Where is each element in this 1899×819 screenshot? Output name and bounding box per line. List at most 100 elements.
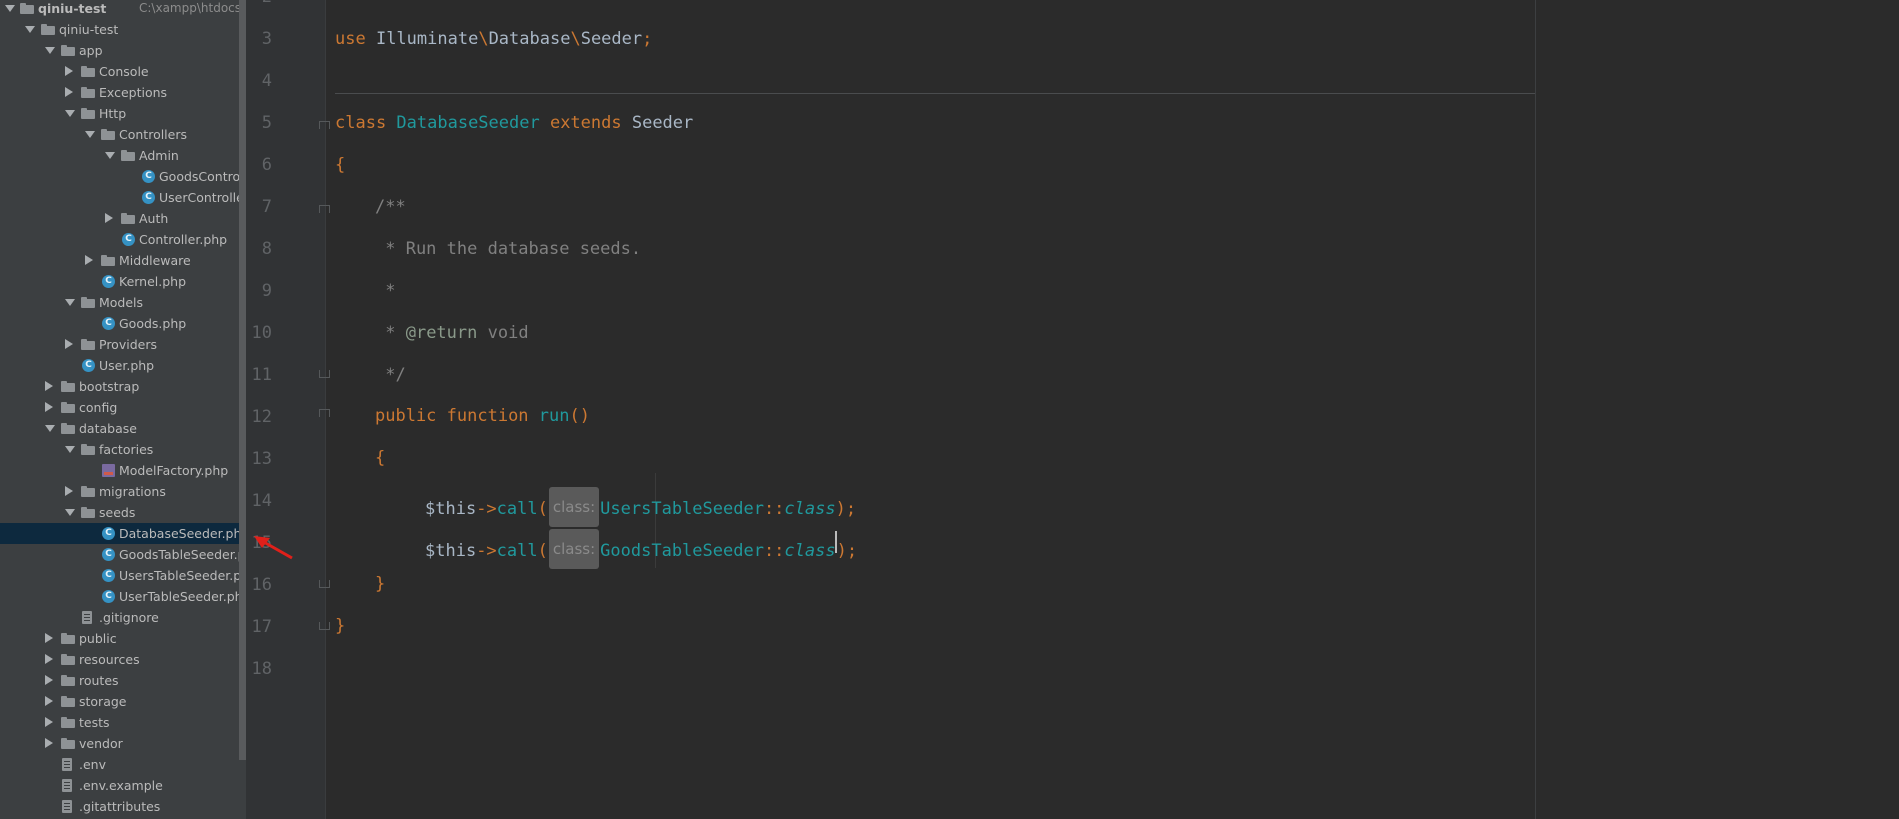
tree-item-databaseseeder-php[interactable]: C DatabaseSeeder.php [0,523,246,544]
tree-item-public[interactable]: public [0,628,246,649]
line-number[interactable]: 14 [246,490,272,512]
expand-arrow-icon[interactable] [44,670,54,691]
code-editor[interactable]: 23456789101112131415161718 use Illuminat… [246,0,1899,819]
tree-item-storage[interactable]: storage [0,691,246,712]
line-number[interactable]: 13 [246,448,272,470]
collapse-arrow-icon[interactable] [104,145,115,166]
expand-arrow-icon[interactable] [4,0,15,19]
tree-item-models[interactable]: Models [0,292,246,313]
tree-item-goods-php[interactable]: C Goods.php [0,313,246,334]
doc-comment: */ [375,365,406,385]
tree-root-row[interactable]: qiniu-test C:\xampp\htdocs\qiniu-t [0,0,246,19]
expand-arrow-icon[interactable] [44,691,54,712]
expand-arrow-icon[interactable] [64,334,74,355]
fold-marker-function-end[interactable] [319,577,330,588]
tree-item-vendor[interactable]: vendor [0,733,246,754]
tree-item-tests[interactable]: tests [0,712,246,733]
expand-arrow-icon[interactable] [104,208,114,229]
expand-arrow-icon[interactable] [44,397,54,418]
line-number[interactable]: 10 [246,322,272,344]
tree-item-controller-php[interactable]: C Controller.php [0,229,246,250]
tree-item-label: Kernel.php [119,274,187,289]
tree-item-http[interactable]: Http [0,103,246,124]
tree-item-gitattributes[interactable]: .gitattributes [0,796,246,817]
line-number[interactable]: 2 [246,0,272,8]
tree-item-label: seeds [99,505,136,520]
tree-item-label: Controllers [119,127,187,142]
line-number[interactable]: 4 [246,70,272,92]
tree-item-userstableseeder-php[interactable]: C UsersTableSeeder.php [0,565,246,586]
tree-item-factories[interactable]: factories [0,439,246,460]
tree-item-admin[interactable]: Admin [0,145,246,166]
line-number[interactable]: 17 [246,616,272,638]
line-number[interactable]: 5 [246,112,272,134]
tree-item-goodscontrolle[interactable]: C GoodsControlle [0,166,246,187]
expand-arrow-icon[interactable] [64,481,74,502]
fold-marker-class-end[interactable] [319,619,330,630]
expand-arrow-icon[interactable] [44,628,54,649]
folder-icon [101,255,115,266]
line-number[interactable]: 11 [246,364,272,386]
expand-arrow-icon[interactable] [84,250,94,271]
collapse-arrow-icon[interactable] [64,439,75,460]
line-number[interactable]: 6 [246,154,272,176]
tree-item-modelfactory-php[interactable]: ModelFactory.php [0,460,246,481]
line-number[interactable]: 3 [246,28,272,50]
collapse-arrow-icon[interactable] [84,124,95,145]
tree-item-auth[interactable]: Auth [0,208,246,229]
tree-item-exceptions[interactable]: Exceptions [0,82,246,103]
collapse-arrow-icon[interactable] [64,502,75,523]
tree-item-goodstableseeder-php[interactable]: C GoodsTableSeeder.php [0,544,246,565]
tree-item-qiniu-test[interactable]: qiniu-test [0,19,246,40]
tree-item-env[interactable]: .env [0,754,246,775]
collapse-arrow-icon[interactable] [64,103,75,124]
tree-item-controllers[interactable]: Controllers [0,124,246,145]
collapse-arrow-icon[interactable] [64,292,75,313]
collapse-arrow-icon[interactable] [24,19,35,40]
fold-marker-function[interactable] [319,409,330,420]
close-paren: ); [835,499,857,519]
line-number[interactable]: 12 [246,406,272,428]
expand-arrow-icon[interactable] [44,712,54,733]
tree-item-console[interactable]: Console [0,61,246,82]
tree-item-usertableseeder-php[interactable]: C UserTableSeeder.php [0,586,246,607]
tree-item-label: resources [79,652,140,667]
tree-item-usercontroller[interactable]: C UserController. [0,187,246,208]
tree-item-database[interactable]: database [0,418,246,439]
line-number[interactable]: 18 [246,658,272,680]
tree-item-bootstrap[interactable]: bootstrap [0,376,246,397]
tree-item-migrations[interactable]: migrations [0,481,246,502]
tree-item-env-example[interactable]: .env.example [0,775,246,796]
line-number[interactable]: 7 [246,196,272,218]
tree-item-providers[interactable]: Providers [0,334,246,355]
tree-item-middleware[interactable]: Middleware [0,250,246,271]
keyword-use: use [335,29,366,49]
tree-item-gitignore[interactable]: .gitignore [0,607,246,628]
method-call: call [496,541,538,561]
fold-marker-docblock[interactable] [319,205,330,216]
expand-arrow-icon[interactable] [44,733,54,754]
fold-marker-class[interactable] [319,121,330,132]
line-number[interactable]: 16 [246,574,272,596]
tree-item-config[interactable]: config [0,397,246,418]
keyword-class: class [335,113,387,133]
tree-item-label: Middleware [119,253,191,268]
expand-arrow-icon[interactable] [64,82,74,103]
expand-arrow-icon[interactable] [44,649,54,670]
collapse-arrow-icon[interactable] [44,418,55,439]
tree-item-routes[interactable]: routes [0,670,246,691]
fold-marker-docblock-end[interactable] [319,367,330,378]
expand-arrow-icon[interactable] [44,376,54,397]
tree-item-app[interactable]: app [0,40,246,61]
tree-item-seeds[interactable]: seeds [0,502,246,523]
tree-item-user-php[interactable]: C User.php [0,355,246,376]
expand-arrow-icon[interactable] [64,61,74,82]
tree-item-kernel-php[interactable]: C Kernel.php [0,271,246,292]
line-number[interactable]: 9 [246,280,272,302]
tree-item-label: tests [79,715,110,730]
tree-item-resources[interactable]: resources [0,649,246,670]
collapse-arrow-icon[interactable] [44,40,55,61]
project-tree-scrollbar[interactable] [239,0,246,760]
line-number[interactable]: 8 [246,238,272,260]
text-file-icon [62,758,72,771]
